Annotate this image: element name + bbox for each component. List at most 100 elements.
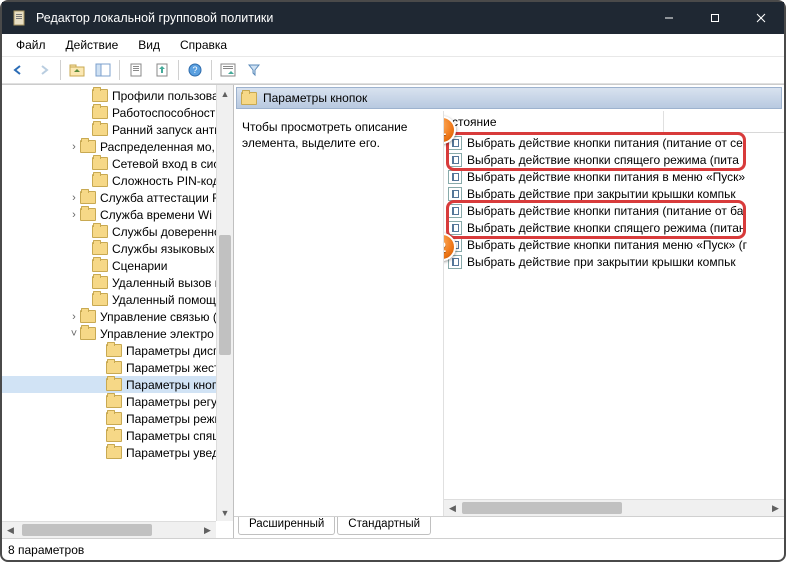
folder-icon — [106, 429, 122, 442]
list-item[interactable]: Выбрать действие кнопки спящего режима (… — [444, 219, 784, 236]
folder-icon — [80, 208, 96, 221]
tree-toggle-icon[interactable]: ˅ — [68, 328, 80, 340]
list-item[interactable]: Выбрать действие при закрытии крышки ком… — [444, 185, 784, 202]
tree-item-label: Сценарии — [112, 259, 167, 273]
tree-item[interactable]: Параметры спяц — [2, 427, 233, 444]
tree-item[interactable]: Службы языковых п — [2, 240, 233, 257]
app-icon — [12, 10, 28, 26]
list-item-label: Выбрать действие при закрытии крышки ком… — [467, 255, 736, 269]
list-item[interactable]: Выбрать действие кнопки питания в меню «… — [444, 168, 784, 185]
tree-toggle-icon[interactable]: › — [68, 141, 80, 153]
maximize-button[interactable] — [692, 2, 738, 34]
tree-item-label: Служба времени Wi — [100, 208, 212, 222]
tree-item-label: Сетевой вход в систе — [112, 157, 231, 171]
folder-icon — [92, 276, 108, 289]
list-item[interactable]: Выбрать действие при закрытии крышки ком… — [444, 253, 784, 270]
tree-item-label: Службы доверенног — [112, 225, 225, 239]
tab-extended[interactable]: Расширенный — [238, 517, 335, 535]
folder-icon — [106, 344, 122, 357]
scrollbar-thumb[interactable] — [462, 502, 622, 514]
tree-item-label: Параметры жест — [126, 361, 220, 375]
tree-item-label: Распределенная мо, — [100, 140, 215, 154]
tree-scrollbar-vertical[interactable]: ▲ ▼ — [216, 85, 233, 521]
back-button[interactable] — [6, 59, 30, 81]
tree-item[interactable]: Службы доверенног — [2, 223, 233, 240]
column-state[interactable]: стояние — [444, 111, 664, 132]
help-button[interactable]: ? — [183, 59, 207, 81]
description-pane: Чтобы просмотреть описание элемента, выд… — [234, 111, 444, 516]
tree-item[interactable]: Ранний запуск антив — [2, 121, 233, 138]
tree-item-label: Параметры кноп — [126, 378, 218, 392]
list-item[interactable]: Выбрать действие кнопки спящего режима (… — [444, 151, 784, 168]
list-item-label: Выбрать действие кнопки спящего режима (… — [467, 153, 739, 167]
tree-item[interactable]: Параметры режи — [2, 410, 233, 427]
tree-item-label: Управление связью ( — [100, 310, 217, 324]
list-item[interactable]: Выбрать действие кнопки питания (питание… — [444, 202, 784, 219]
menu-help[interactable]: Справка — [172, 36, 235, 54]
list-pane: стояние Выбрать действие кнопки питания … — [444, 111, 784, 516]
filter-button[interactable] — [242, 59, 266, 81]
detail-pane: Параметры кнопок Чтобы просмотреть описа… — [234, 85, 784, 538]
show-hide-tree-button[interactable] — [91, 59, 115, 81]
tree-item[interactable]: ˅Управление электро — [2, 325, 233, 342]
up-button[interactable] — [65, 59, 89, 81]
export-button[interactable] — [150, 59, 174, 81]
tree-item[interactable]: Профили пользоват — [2, 87, 233, 104]
tree-item[interactable]: Удаленный вызов пр — [2, 274, 233, 291]
list-item-label: Выбрать действие кнопки питания меню «Пу… — [467, 238, 747, 252]
tree-item[interactable]: Сетевой вход в систе — [2, 155, 233, 172]
scrollbar-thumb[interactable] — [22, 524, 152, 536]
tree-pane: Профили пользоватРаботоспособность Ранний… — [2, 85, 234, 538]
scrollbar-thumb[interactable] — [219, 235, 231, 355]
tree-item-label: Службы языковых п — [112, 242, 224, 256]
menu-view[interactable]: Вид — [130, 36, 168, 54]
tree-item[interactable]: Параметры кноп — [2, 376, 233, 393]
tree-item-label: Удаленный помощн — [112, 293, 223, 307]
tree-item[interactable]: Удаленный помощн — [2, 291, 233, 308]
list-scrollbar-horizontal[interactable]: ◀ ▶ — [444, 499, 784, 516]
policy-icon — [448, 187, 462, 201]
minimize-button[interactable] — [646, 2, 692, 34]
tree-toggle-icon[interactable]: › — [68, 192, 80, 204]
tree-item[interactable]: ›Служба аттестации F — [2, 189, 233, 206]
tree-item[interactable]: Параметры регул — [2, 393, 233, 410]
folder-icon — [80, 191, 96, 204]
folder-icon — [92, 89, 108, 102]
tab-standard[interactable]: Стандартный — [337, 517, 431, 535]
list-item-label: Выбрать действие кнопки питания в меню «… — [467, 170, 745, 184]
tree-item[interactable]: › Управление связью ( — [2, 308, 233, 325]
tree-scrollbar-horizontal[interactable]: ◀ ▶ — [2, 521, 216, 538]
tree-item[interactable]: › Распределенная мо, — [2, 138, 233, 155]
tree-item[interactable]: Параметры жест — [2, 359, 233, 376]
forward-button[interactable] — [32, 59, 56, 81]
toolbar: ? — [2, 56, 784, 84]
tree-toggle-icon[interactable]: › — [68, 311, 80, 323]
folder-icon — [92, 293, 108, 306]
close-button[interactable] — [738, 2, 784, 34]
list-item[interactable]: Выбрать действие кнопки питания (питание… — [444, 134, 784, 151]
tree-item[interactable]: Параметры увед — [2, 444, 233, 461]
tree-item[interactable]: › Служба времени Wi — [2, 206, 233, 223]
menu-action[interactable]: Действие — [58, 36, 127, 54]
menu-file[interactable]: Файл — [8, 36, 54, 54]
tree-item[interactable]: Сценарии — [2, 257, 233, 274]
folder-icon — [92, 174, 108, 187]
tree-item[interactable]: Работоспособность — [2, 104, 233, 121]
status-bar: 8 параметров — [2, 538, 784, 560]
tree-item-label: Параметры режи — [126, 412, 221, 426]
folder-icon — [92, 225, 108, 238]
list-item[interactable]: Выбрать действие кнопки питания меню «Пу… — [444, 236, 784, 253]
folder-icon — [106, 446, 122, 459]
tree-item-label: Ранний запуск антив — [112, 123, 227, 137]
title-bar: Редактор локальной групповой политики — [2, 2, 784, 34]
status-text: 8 параметров — [8, 543, 84, 557]
filter-list-button[interactable] — [216, 59, 240, 81]
tree-toggle-icon[interactable]: › — [68, 209, 80, 221]
tree-item[interactable]: Параметры дисп. — [2, 342, 233, 359]
folder-icon — [80, 327, 96, 340]
policy-icon — [448, 153, 462, 167]
detail-tabs: Расширенный Стандартный — [234, 516, 784, 538]
properties-button[interactable] — [124, 59, 148, 81]
tree-item[interactable]: Сложность PIN-кода — [2, 172, 233, 189]
tree-item-label: Удаленный вызов пр — [112, 276, 228, 290]
